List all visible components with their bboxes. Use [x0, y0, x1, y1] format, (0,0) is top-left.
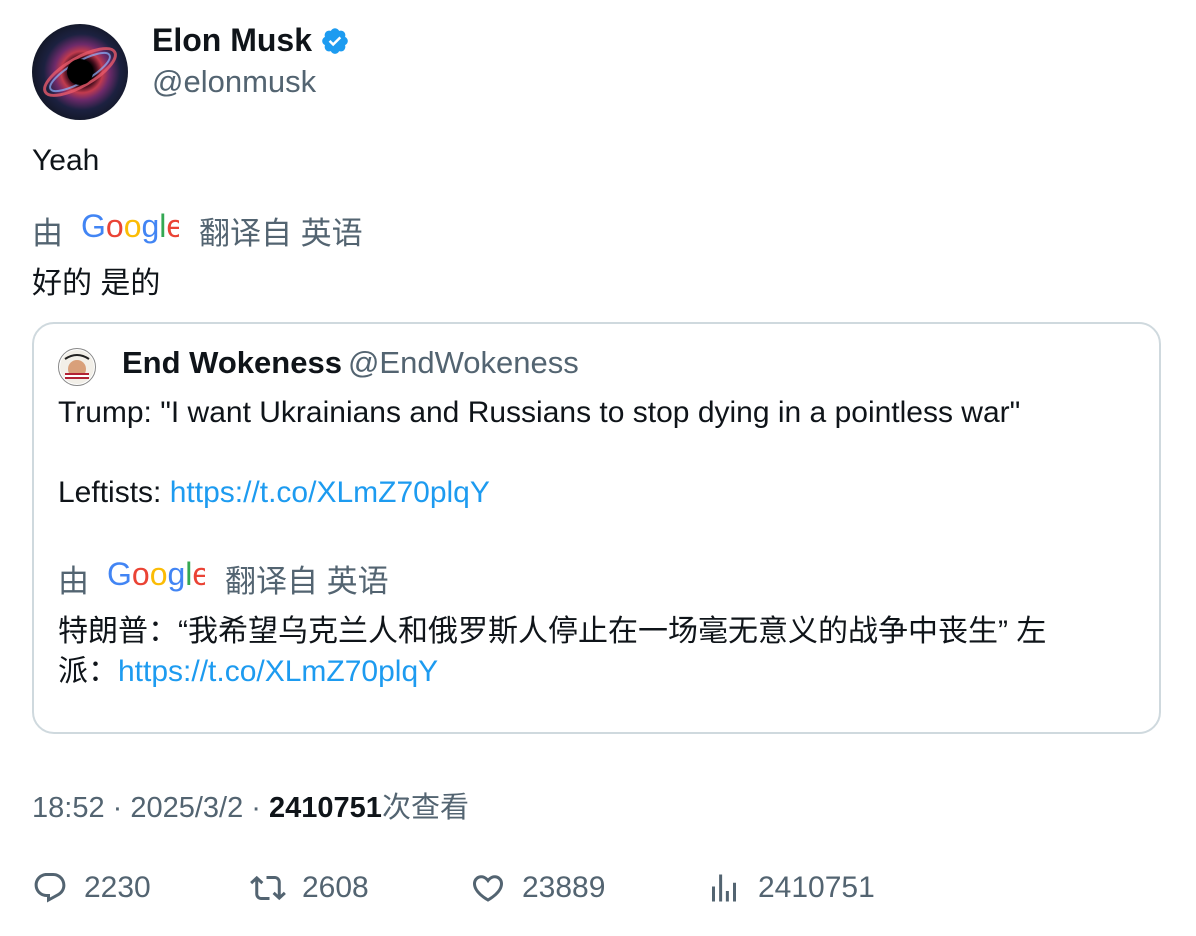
translation-source-label: 翻译自 英语 [199, 216, 363, 251]
retweet-count: 2608 [302, 871, 369, 904]
translation-by-label: 由 [32, 216, 63, 251]
quoted-translated-link[interactable]: https://t.co/XLmZ70plqY [118, 655, 438, 688]
quoted-link[interactable]: https://t.co/XLmZ70plqY [170, 476, 490, 509]
retweet-button[interactable]: 2608 [250, 870, 369, 906]
quoted-translation-attribution: 由 Google 翻译自 英语 [58, 556, 389, 601]
translation-attribution: 由 Google 翻译自 英语 [32, 208, 363, 253]
svg-text:Google: Google [107, 557, 205, 592]
quoted-translation-by-label: 由 [58, 564, 89, 599]
translated-text: 好的 是的 [32, 267, 161, 300]
quoted-translated-prefix: 派： [58, 655, 118, 688]
quoted-translation-source-label: 翻译自 英语 [225, 564, 389, 599]
quoted-translated-line2: 派：https://t.co/XLmZ70plqY [58, 646, 438, 690]
quoted-text-line1: Trump: "I want Ukrainians and Russians t… [58, 396, 1021, 429]
tweet-meta: 18:52 · 2025/3/2 · 2410751次查看 [32, 784, 469, 826]
reply-icon [34, 873, 66, 903]
reply-button[interactable]: 2230 [32, 870, 151, 906]
meta-separator: · [104, 792, 131, 824]
author-avatar[interactable] [32, 24, 128, 120]
quoted-google-logo: Google [107, 556, 210, 601]
views-count: 2410751 [758, 871, 875, 904]
quoted-author-name[interactable]: End Wokeness [122, 345, 342, 380]
views-button[interactable]: 2410751 [706, 870, 875, 906]
reply-count: 2230 [84, 871, 151, 904]
author-handle[interactable]: @elonmusk [152, 64, 316, 100]
quoted-author-avatar[interactable] [58, 348, 96, 386]
view-count: 2410751 [269, 792, 382, 824]
author-name-row[interactable]: Elon Musk [152, 22, 350, 59]
tweet-text: Yeah [32, 144, 100, 177]
tweet-time[interactable]: 18:52 [32, 792, 105, 824]
quoted-author-row[interactable]: End Wokeness @EndWokeness [122, 345, 579, 381]
quoted-translated-line1: 特朗普：“我希望乌克兰人和俄罗斯人停止在一场毫无意义的战争中丧生” 左 [58, 615, 1047, 648]
quoted-text-line2: Leftists: https://t.co/XLmZ70plqY [58, 476, 490, 510]
quoted-author-handle[interactable]: @EndWokeness [348, 345, 579, 380]
verified-badge-icon [322, 27, 348, 54]
like-button[interactable]: 23889 [470, 870, 605, 906]
view-count-suffix: 次查看 [381, 792, 469, 824]
like-count: 23889 [522, 871, 606, 904]
meta-separator: · [243, 792, 270, 824]
svg-text:Google: Google [81, 209, 179, 244]
retweet-icon [250, 875, 286, 901]
tweet-date[interactable]: 2025/3/2 [130, 792, 243, 824]
like-icon [472, 875, 504, 902]
quoted-text-prefix: Leftists: [58, 476, 170, 509]
author-name[interactable]: Elon Musk [152, 22, 312, 59]
google-logo: Google [81, 208, 184, 253]
views-icon [712, 874, 736, 902]
